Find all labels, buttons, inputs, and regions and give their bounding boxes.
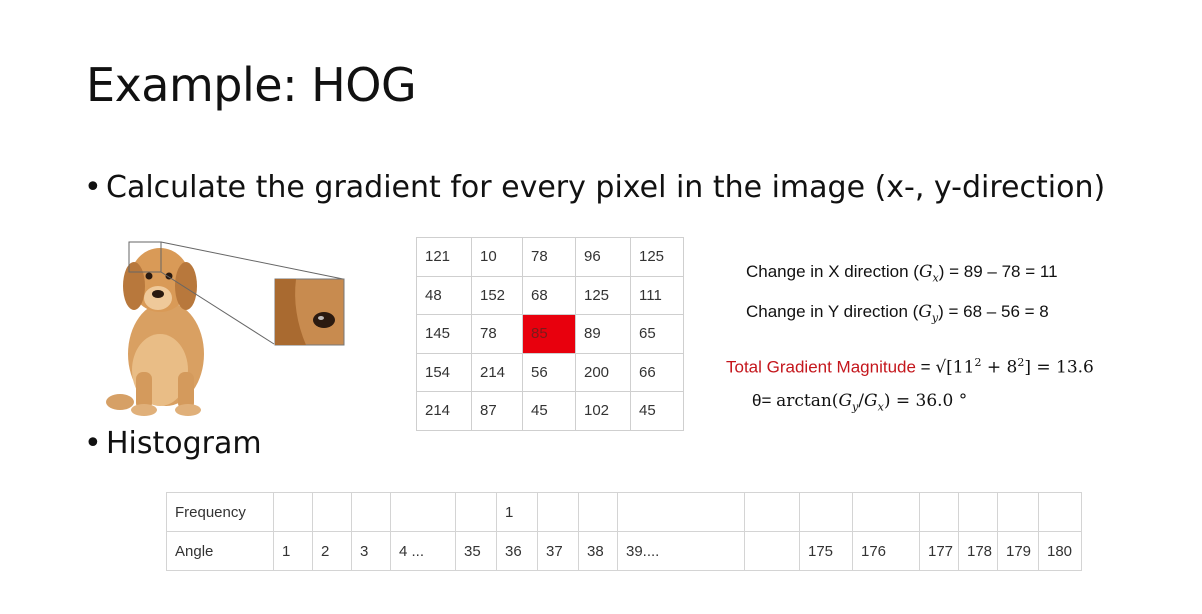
eq3-result: = 13.6: [1030, 357, 1094, 378]
grid-row: 145 78 85 89 65: [416, 314, 684, 354]
grid-cell: 65: [630, 314, 684, 354]
grid-row: 154 214 56 200 66: [416, 352, 684, 392]
grid-cell: 200: [575, 352, 631, 392]
eq4-theta: θ=: [752, 391, 777, 410]
bullet-histogram: • Histogram: [84, 426, 262, 461]
equation-gradient-magnitude: Total Gradient Magnitude = √[112 + 82] =…: [726, 356, 1094, 378]
grid-cell: 89: [575, 314, 631, 354]
grid-cell: 152: [471, 275, 523, 315]
grid-cell: 111: [630, 275, 684, 315]
equation-change-x: Change in X direction (Gx) = 89 – 78 = 1…: [746, 262, 1058, 284]
hist-cell: [1038, 492, 1082, 532]
hist-cell: 179: [997, 531, 1039, 571]
hist-cell: [852, 492, 920, 532]
hist-cell: 180: [1038, 531, 1082, 571]
hist-row-label: Frequency: [166, 492, 274, 532]
slide-title: Example: HOG: [86, 58, 417, 112]
eq1-rest: ) = 89 – 78 = 11: [938, 262, 1058, 281]
hist-cell: [744, 531, 800, 571]
hist-cell: [537, 492, 579, 532]
hist-cell: [958, 492, 998, 532]
hist-cell: 1: [496, 492, 538, 532]
puppy-illustration: [106, 241, 345, 416]
hist-cell: 38: [578, 531, 618, 571]
grid-cell: 154: [416, 352, 472, 392]
hist-cell: 3: [351, 531, 391, 571]
hist-cell: 35: [455, 531, 497, 571]
eq1-var: G: [918, 262, 933, 282]
eq3-close: ]: [1024, 357, 1031, 378]
eq4-rest: ) = 36.0 °: [883, 391, 968, 411]
hist-cell: [351, 492, 391, 532]
grid-cell-highlighted: 85: [522, 314, 576, 354]
grid-cell: 121: [416, 237, 472, 277]
pixel-grid: 121 10 78 96 125 48 152 68 125 111 145 78 85 89 65 154 2…: [416, 237, 684, 431]
hist-cell: 1: [273, 531, 313, 571]
eq3-eq: =: [915, 357, 936, 377]
hist-cell: [799, 492, 853, 532]
eq4-g2: G: [864, 391, 878, 411]
grid-cell: 96: [575, 237, 631, 277]
grid-cell: 102: [575, 391, 631, 431]
bullet-histogram-text: Histogram: [106, 426, 262, 461]
hist-cell: 176: [852, 531, 920, 571]
hist-cell: [578, 492, 618, 532]
hist-cell: [919, 492, 959, 532]
eq3-label: Total Gradient Magnitude: [726, 357, 916, 377]
hist-cell: [312, 492, 352, 532]
grid-cell: 78: [522, 237, 576, 277]
hist-cell: [617, 492, 745, 532]
hist-cell: 36: [496, 531, 538, 571]
grid-row: 214 87 45 102 45: [416, 391, 684, 431]
hist-cell: 2: [312, 531, 352, 571]
grid-cell: 145: [416, 314, 472, 354]
equation-change-y: Change in Y direction (Gy) = 68 – 56 = 8: [746, 302, 1049, 324]
grid-cell: 56: [522, 352, 576, 392]
hist-cell: 37: [537, 531, 579, 571]
eq2-var: G: [918, 302, 932, 322]
hist-cell: 39....: [617, 531, 745, 571]
eq1-text: Change in X direction (: [746, 262, 919, 281]
bullet-dot: •: [84, 426, 102, 461]
eq3-plus: + 8: [981, 357, 1018, 378]
grid-row: 121 10 78 96 125: [416, 237, 684, 277]
hist-cell: [997, 492, 1039, 532]
hist-cell: 175: [799, 531, 853, 571]
puppy-image: [96, 232, 356, 418]
bullet-gradient: • Calculate the gradient for every pixel …: [84, 170, 1105, 205]
grid-cell: 214: [416, 391, 472, 431]
bullet-dot: •: [84, 170, 102, 205]
hist-row-angle: Angle 1 2 3 4 ... 35 36 37 38 39.... 175 176 177 178 1…: [166, 531, 1082, 571]
histogram-table: Frequency 1 Angle 1 2 3 4 ... 35 36 37 38 39.... 175…: [166, 492, 1082, 571]
grid-cell: 48: [416, 275, 472, 315]
eq2-text: Change in Y direction (: [746, 302, 919, 321]
grid-cell: 125: [630, 237, 684, 277]
hist-cell: 178: [958, 531, 998, 571]
grid-cell: 78: [471, 314, 523, 354]
hist-cell: 177: [919, 531, 959, 571]
hist-cell: [390, 492, 456, 532]
grid-cell: 66: [630, 352, 684, 392]
grid-cell: 125: [575, 275, 631, 315]
eq4-g1: G: [838, 391, 853, 411]
hist-row-frequency: Frequency 1: [166, 492, 1082, 532]
equation-theta: θ= arctan(Gy/Gx) = 36.0 °: [752, 391, 967, 413]
grid-cell: 214: [471, 352, 523, 392]
grid-cell: 87: [471, 391, 523, 431]
bullet-gradient-text: Calculate the gradient for every pixel i…: [106, 170, 1106, 205]
hist-cell: [744, 492, 800, 532]
hist-cell: 4 ...: [390, 531, 456, 571]
hist-cell: [455, 492, 497, 532]
grid-cell: 10: [471, 237, 523, 277]
hist-cell: [273, 492, 313, 532]
grid-cell: 45: [522, 391, 576, 431]
eq2-rest: ) = 68 – 56 = 8: [938, 302, 1049, 321]
grid-cell: 45: [630, 391, 684, 431]
grid-cell: 68: [522, 275, 576, 315]
hist-row-label: Angle: [166, 531, 274, 571]
eq3-sqrt: √[11: [935, 357, 975, 378]
grid-row: 48 152 68 125 111: [416, 275, 684, 315]
eq4-fn: arctan(: [776, 391, 839, 411]
